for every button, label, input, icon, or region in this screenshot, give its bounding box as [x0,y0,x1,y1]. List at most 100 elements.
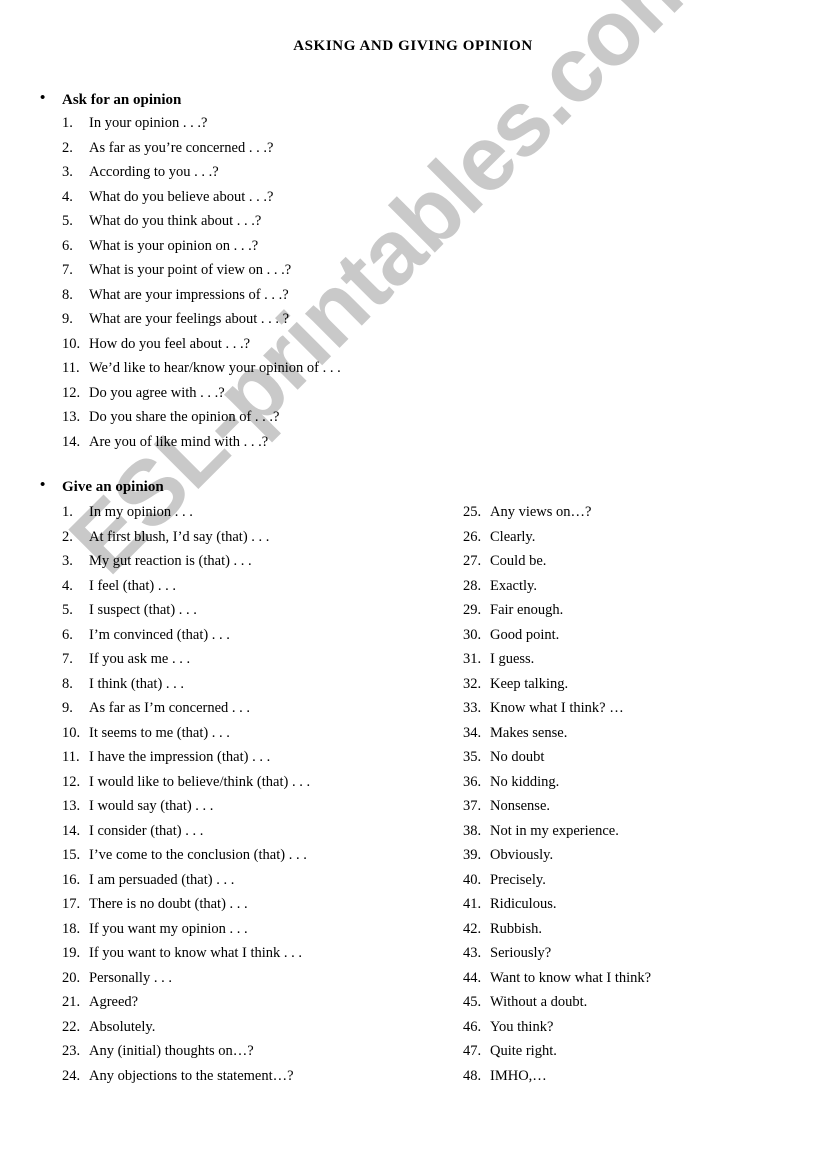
list-item-text: According to you . . .? [89,164,219,180]
list-item-number: 7. [62,262,73,278]
list-item-text: Quite right. [490,1043,557,1059]
list-item-text: What is your opinion on . . .? [89,237,259,254]
bullet-icon: • [40,477,46,493]
list-item-number: 39. [463,847,482,863]
list-item-number: 9. [62,700,73,716]
list-item-number: 16. [62,871,81,888]
list-item-text: In your opinion . . .? [89,115,208,131]
list-item-number: 5. [62,213,73,229]
list-item-text: I suspect (that) . . . [89,602,197,618]
list-item-number: 41. [463,896,482,912]
list-item-text: Could be. [490,553,547,569]
list-item-text: If you want to know what I think . . . [89,945,303,961]
list-item-text: If you ask me . . . [89,651,191,667]
list-item-text: Not in my experience. [490,822,619,839]
list-item-number: 27. [463,553,482,569]
list-item-text: I would like to believe/think (that) . .… [89,773,311,790]
list-item-number: 12. [62,384,81,401]
list-item-text: Any (initial) thoughts on…? [89,1043,254,1059]
list-item-text: I feel (that) . . . [89,577,176,594]
list-item-number: 45. [463,994,482,1010]
list-item-number: 8. [62,675,73,692]
list-item-text: Without a doubt. [490,994,588,1010]
worksheet-page: ESL-printables.com ASKING AND GIVING OPI… [0,0,826,1169]
list-item-text: Nonsense. [490,798,551,814]
list-item-text: I would say (that) . . . [89,798,214,814]
list-item-text: Are you of like mind with . . .? [89,433,269,450]
list-item-text: Fair enough. [490,602,564,618]
list-item-text: Rubbish. [490,920,542,937]
list-item-text: What is your point of view on . . .? [89,262,292,278]
list-item-number: 3. [62,553,73,569]
list-item-number: 1. [62,504,73,520]
list-item-text: I guess. [490,651,535,667]
bullet-icon: • [40,90,46,106]
list-item-text: You think? [490,1018,554,1035]
list-item-number: 32. [463,675,482,692]
list-item-text: Any views on…? [490,504,592,520]
list-item-number: 19. [62,945,81,961]
list-item-number: 13. [62,798,81,814]
list-item-number: 2. [62,139,73,156]
list-item-text: I have the impression (that) . . . [89,749,271,765]
list-item-text: How do you feel about . . .? [89,335,251,352]
list-item-text: Know what I think? … [490,700,624,716]
list-item-number: 5. [62,602,73,618]
list-item-number: 42. [463,920,482,937]
list-item-number: 12. [62,773,81,790]
list-item-number: 47. [463,1043,482,1059]
list-item-number: 7. [62,651,73,667]
list-item-text: Makes sense. [490,724,568,741]
list-item-number: 22. [62,1018,81,1035]
list-item-number: 37. [463,798,482,814]
list-item-number: 21. [62,994,81,1010]
list-item-number: 6. [62,237,73,254]
list-item-text: Good point. [490,626,560,643]
list-item-text: Obviously. [490,847,554,863]
list-item-number: 44. [463,969,482,986]
list-item-text: Seriously? [490,945,552,961]
list-item-text: I’m convinced (that) . . . [89,626,230,643]
list-item-number: 25. [463,504,482,520]
list-item-number: 33. [463,700,482,716]
list-item-number: 40. [463,871,482,888]
list-item-number: 10. [62,335,81,352]
list-item-text: As far as you’re concerned . . .? [89,139,274,156]
list-item-number: 9. [62,311,73,327]
page-title: ASKING AND GIVING OPINION [293,38,533,54]
list-item-number: 26. [463,528,482,545]
list-item-text: No doubt [490,749,545,765]
list-item-number: 3. [62,164,73,180]
list-item-number: 6. [62,626,73,643]
list-item-text: Agreed? [89,994,139,1010]
section-heading-give-an-opinion: • Give an opinion [40,478,164,496]
list-item-number: 15. [62,847,81,863]
list-item-text: Clearly. [490,528,536,545]
list-item-text: There is no doubt (that) . . . [89,896,248,912]
list-item-number: 10. [62,724,81,741]
list-item-number: 4. [62,188,73,205]
list-item-text: Keep talking. [490,675,569,692]
list-item-number: 36. [463,773,482,790]
list-item-number: 43. [463,945,482,961]
list-item-text: What do you think about . . .? [89,213,262,229]
list-item-text: Exactly. [490,577,537,594]
list-item-text: If you want my opinion . . . [89,920,248,937]
list-item-text: Absolutely. [89,1018,156,1035]
list-item-number: 23. [62,1043,81,1059]
list-item-text: My gut reaction is (that) . . . [89,553,252,569]
list-item-number: 48. [463,1067,482,1084]
list-item-number: 31. [463,651,482,667]
list-item-text: It seems to me (that) . . . [89,724,230,741]
list-item-text: As far as I’m concerned . . . [89,700,251,716]
list-item-number: 34. [463,724,482,741]
list-item-number: 28. [463,577,482,594]
list-item-text: What are your feelings about . . . ? [89,311,290,327]
list-item-number: 30. [463,626,482,643]
list-item-number: 14. [62,433,81,450]
list-item-number: 1. [62,115,73,131]
list-item-text: IMHO,… [490,1067,547,1084]
list-item-text: In my opinion . . . [89,504,193,520]
list-item-text: What are your impressions of . . .? [89,286,289,303]
list-item-text: Precisely. [490,871,546,888]
